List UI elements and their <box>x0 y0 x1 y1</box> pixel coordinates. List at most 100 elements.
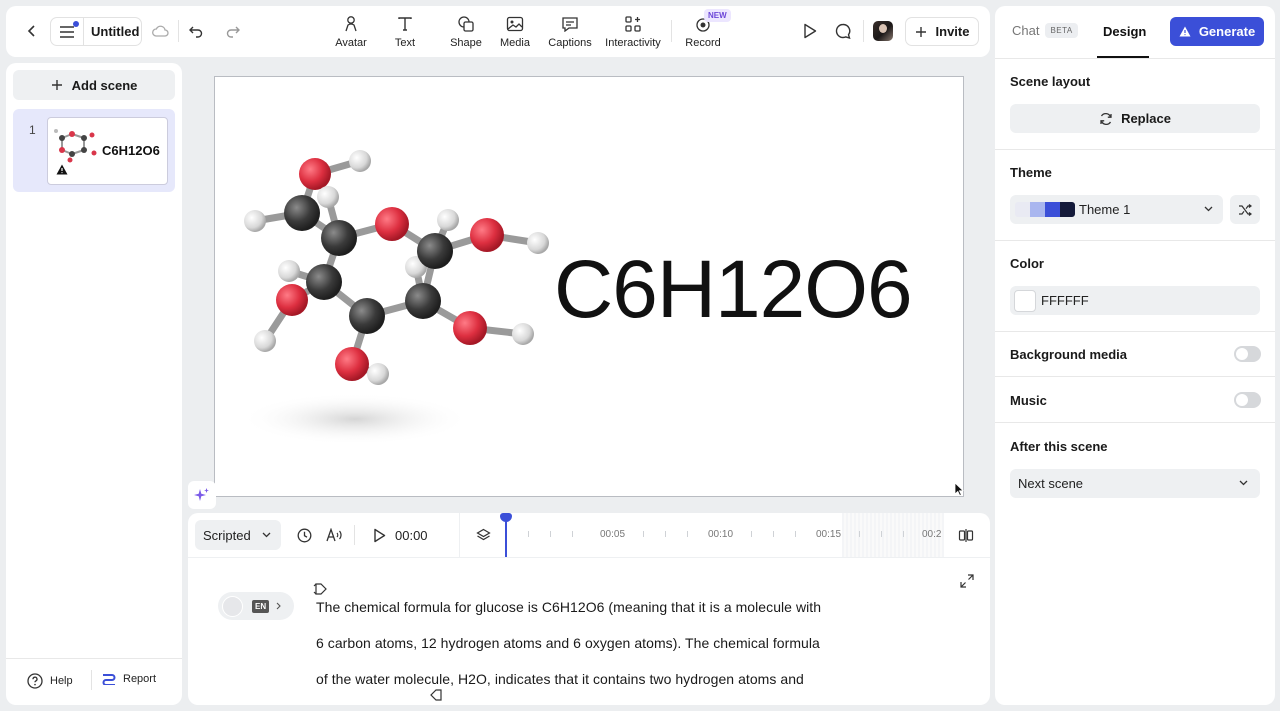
chevron-down-icon <box>1204 206 1213 212</box>
script-line[interactable]: of the water molecule, H2O, indicates th… <box>316 671 804 687</box>
avatar-face <box>879 24 887 33</box>
tool-interactivity[interactable]: Interactivity <box>601 14 665 49</box>
project-title[interactable]: Untitled <box>91 24 139 39</box>
notification-dot <box>73 20 79 27</box>
music-toggle[interactable] <box>1234 392 1261 408</box>
tab-chat[interactable]: Chat BETA <box>1012 23 1078 38</box>
mode-value: Scripted <box>203 527 251 543</box>
clock-icon <box>297 528 312 543</box>
chevron-right-icon <box>276 602 281 610</box>
theme-select[interactable]: Theme 1 <box>1010 195 1223 224</box>
report-button[interactable]: Report <box>100 673 156 685</box>
timeline-script-panel: Scripted 00:00 00:05 00:10 00:15 00:2 EN <box>188 513 990 705</box>
theme-swatch <box>1030 202 1045 217</box>
invite-button[interactable]: Invite <box>905 17 979 46</box>
tool-text[interactable]: Text <box>392 14 418 49</box>
timeline-mark: 00:05 <box>600 529 626 540</box>
comment-icon <box>835 23 851 39</box>
timeline-mark: 00:2 <box>922 529 942 540</box>
comments-button[interactable] <box>831 19 855 43</box>
play-icon <box>373 528 386 543</box>
mode-select[interactable]: Scripted <box>195 520 281 550</box>
color-swatch <box>1014 289 1036 312</box>
media-icon <box>506 14 524 34</box>
voice-icon <box>325 528 343 542</box>
language-selector[interactable]: EN <box>218 592 294 620</box>
divider <box>83 17 84 46</box>
refresh-icon <box>1099 112 1113 126</box>
chevron-down-icon <box>1239 480 1248 486</box>
replace-layout-button[interactable]: Replace <box>1010 104 1260 133</box>
help-icon <box>27 673 43 689</box>
warning-icon <box>1179 26 1191 37</box>
warning-icon[interactable] <box>56 164 68 175</box>
timing-button[interactable] <box>293 524 315 546</box>
formula-heading[interactable]: C6H12O6 <box>554 249 913 331</box>
captions-icon <box>561 14 579 34</box>
cloud-icon <box>151 24 169 38</box>
script-line[interactable]: The chemical formula for glucose is C6H1… <box>316 599 821 615</box>
scene-item[interactable]: 1 C6H12O6 <box>13 109 175 192</box>
scene-number: 1 <box>29 123 36 137</box>
tool-shape[interactable]: Shape <box>448 14 484 49</box>
after-scene-value: Next scene <box>1018 476 1084 491</box>
invite-label: Invite <box>935 24 970 39</box>
split-view-button[interactable] <box>955 524 977 546</box>
layers-icon <box>475 528 491 543</box>
timeline-play-button[interactable] <box>368 524 390 546</box>
after-scene-select[interactable]: Next scene <box>1010 469 1260 498</box>
theme-swatches <box>1015 202 1075 217</box>
timeline-mark: 00:15 <box>816 529 842 540</box>
background-media-toggle[interactable] <box>1234 346 1261 362</box>
drag-marker-icon[interactable] <box>430 688 444 702</box>
add-scene-button[interactable]: Add scene <box>13 70 175 100</box>
redo-button[interactable] <box>221 19 245 43</box>
ai-assist-button[interactable] <box>188 481 216 509</box>
sparkle-icon <box>194 487 210 503</box>
theme-value: Theme 1 <box>1079 202 1131 217</box>
shape-icon <box>457 14 475 34</box>
scene-layout-title: Scene layout <box>1010 74 1091 89</box>
help-button[interactable]: Help <box>27 673 73 689</box>
replace-label: Replace <box>1121 111 1171 126</box>
shuffle-theme-button[interactable] <box>1230 195 1260 224</box>
tab-design[interactable]: Design <box>1097 23 1149 58</box>
back-button[interactable] <box>20 19 44 43</box>
theme-title: Theme <box>1010 165 1052 180</box>
voice-button[interactable] <box>323 524 345 546</box>
tool-avatar[interactable]: Avatar <box>334 14 368 49</box>
project-menu-button[interactable]: Untitled <box>50 17 142 46</box>
theme-swatch <box>1060 202 1075 217</box>
current-time: 00:00 <box>395 528 428 543</box>
menu-icon <box>59 20 79 39</box>
preview-play-button[interactable] <box>798 19 822 43</box>
chevron-down-icon <box>262 532 271 538</box>
user-avatar[interactable] <box>873 21 893 41</box>
script-marker-icon[interactable] <box>313 582 329 596</box>
language-badge: EN <box>252 599 270 613</box>
mouse-cursor-icon <box>954 482 964 496</box>
layers-button[interactable] <box>472 524 494 546</box>
plus-icon <box>51 79 63 91</box>
expand-icon[interactable] <box>960 574 974 588</box>
report-label: Report <box>123 673 157 685</box>
interactivity-icon <box>624 14 642 34</box>
thumb-text: C6H12O6 <box>102 143 160 158</box>
undo-button[interactable] <box>184 19 208 43</box>
tab-design-label: Design <box>1103 24 1147 39</box>
color-title: Color <box>1010 256 1044 271</box>
playhead[interactable] <box>500 513 512 557</box>
generate-button[interactable]: Generate <box>1170 17 1264 46</box>
beta-badge: BETA <box>1045 23 1078 38</box>
scene-canvas[interactable]: C6H12O6 <box>214 76 964 497</box>
timeline-ruler[interactable]: 00:05 00:10 00:15 00:2 <box>498 513 944 557</box>
tool-media[interactable]: Media <box>500 14 530 49</box>
cloud-sync-button[interactable] <box>148 19 172 43</box>
tool-captions[interactable]: Captions <box>548 14 592 49</box>
top-toolbar: Untitled Avatar Text Shape Media Caption… <box>6 6 990 57</box>
tool-label: Text <box>394 37 416 49</box>
tool-label: Interactivity <box>605 37 661 49</box>
color-field[interactable]: FFFFFF <box>1010 286 1260 315</box>
script-line[interactable]: 6 carbon atoms, 12 hydrogen atoms and 6 … <box>316 635 820 651</box>
plus-icon <box>915 26 927 38</box>
